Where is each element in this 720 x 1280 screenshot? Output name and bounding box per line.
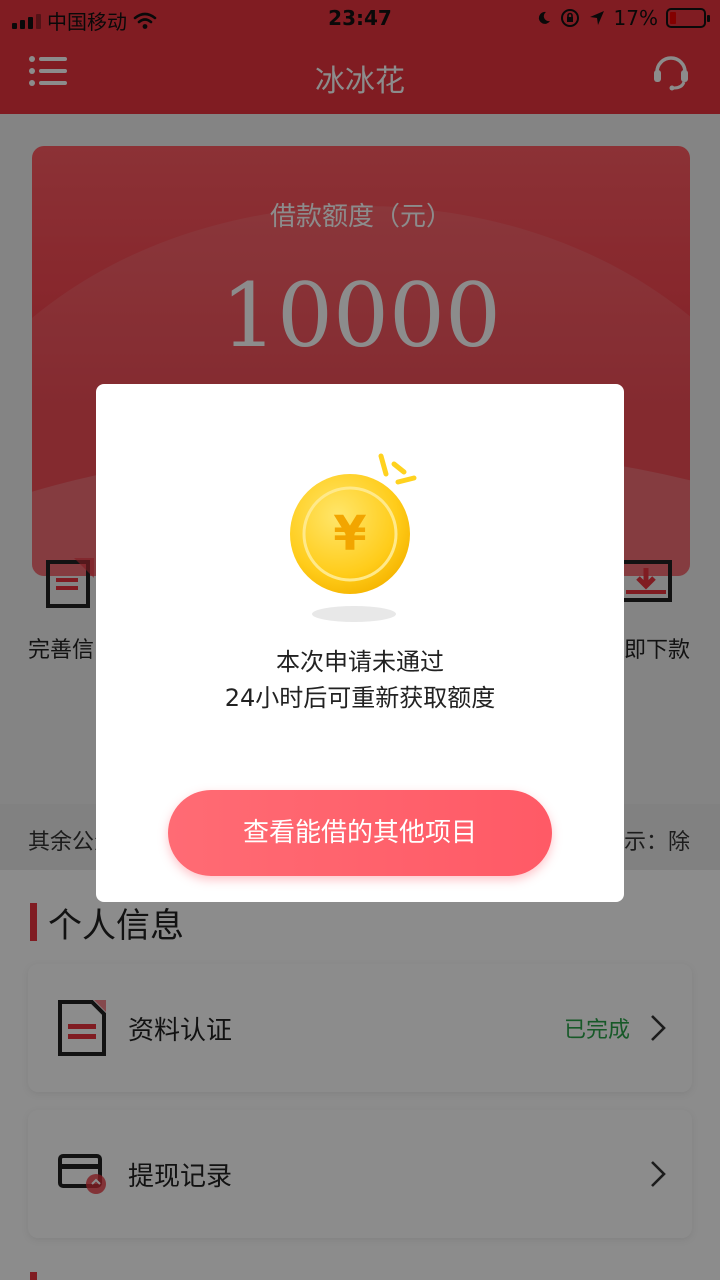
dialog-message-line2: 24小时后可重新获取额度 — [224, 684, 496, 712]
dialog-message-line1: 本次申请未通过 — [276, 648, 444, 676]
svg-text:¥: ¥ — [333, 506, 366, 562]
rejection-dialog: ¥ 本次申请未通过 24小时后可重新获取额度 查看能借的其他项目 — [96, 384, 624, 902]
gold-coin-icon: ¥ — [290, 453, 417, 622]
view-other-projects-button[interactable]: 查看能借的其他项目 — [168, 790, 552, 876]
